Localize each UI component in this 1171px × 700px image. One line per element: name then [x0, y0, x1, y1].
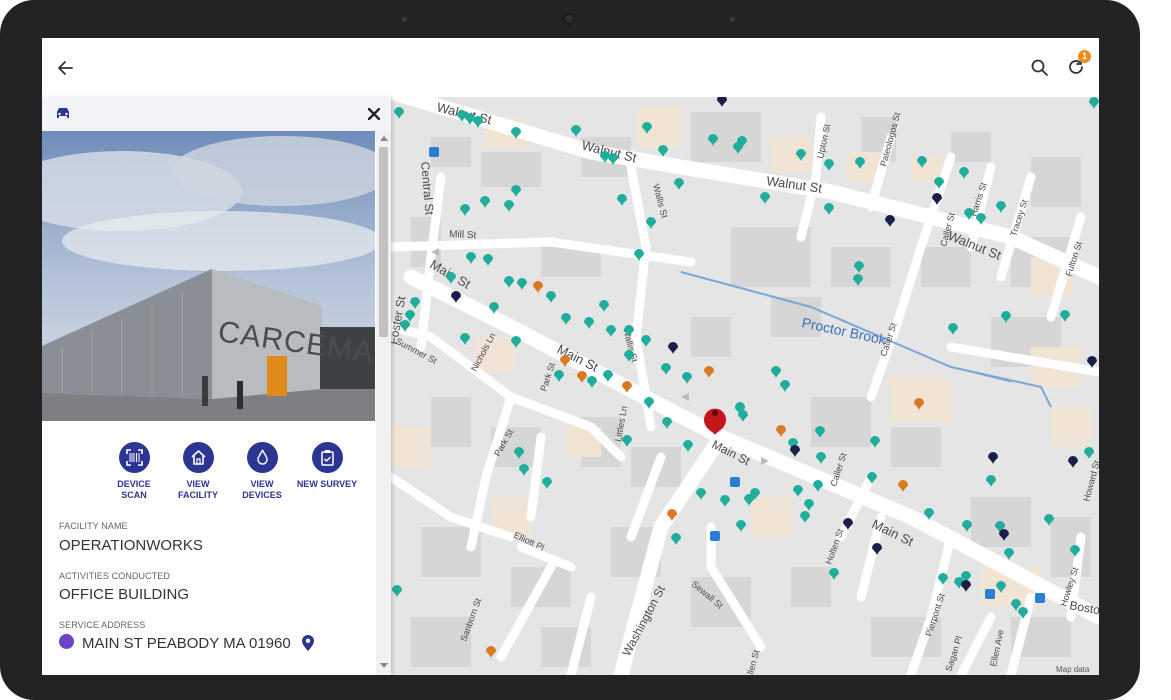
- home-icon: [190, 450, 206, 465]
- facility-photo: CARCEMAL: [42, 131, 375, 421]
- refresh-button[interactable]: 1: [1061, 50, 1091, 83]
- facility-panel: CARCEMAL DEVICE SCAN VIEW FACILITY VIEW …: [42, 97, 391, 675]
- map-attribution: Map data: [1056, 665, 1090, 674]
- clipboard-icon: [320, 450, 334, 466]
- panel-header: [42, 97, 391, 131]
- scroll-up-arrow-icon[interactable]: [380, 136, 388, 141]
- camera-dot-icon: [402, 17, 407, 22]
- address-status-dot: [59, 634, 74, 649]
- new-survey-label: NEW SURVEY: [296, 479, 358, 489]
- address-label: SERVICE ADDRESS: [59, 620, 146, 630]
- panel-scrollbar[interactable]: [376, 131, 391, 675]
- notification-badge: 1: [1078, 50, 1091, 63]
- facility-name-label: FACILITY NAME: [59, 521, 128, 531]
- activities-value: OFFICE BUILDING: [59, 586, 190, 603]
- camera-lens-icon: [565, 15, 573, 23]
- water-drop-icon: [256, 449, 268, 465]
- top-bar: 1: [42, 38, 1099, 97]
- action-buttons: DEVICE SCAN VIEW FACILITY VIEW DEVICES N…: [42, 442, 375, 512]
- street-label-mill: Mill St: [449, 229, 477, 241]
- search-button[interactable]: [1025, 53, 1055, 83]
- close-button[interactable]: [363, 103, 385, 125]
- map-view[interactable]: Walnut St Walnut St Walnut St Walnut St …: [391, 97, 1099, 675]
- back-button[interactable]: [50, 53, 80, 83]
- car-icon: [57, 108, 69, 118]
- close-icon: [368, 108, 380, 120]
- facility-name-value: OPERATIONWORKS: [59, 537, 203, 554]
- scroll-thumb[interactable]: [379, 147, 388, 337]
- app-screen: 1 Walnut St Walnut St Walnut St Walnut S…: [42, 38, 1099, 675]
- new-survey-button[interactable]: NEW SURVEY: [287, 442, 367, 490]
- selected-pin-center-icon: [712, 410, 718, 416]
- address-value: MAIN ST PEABODY MA 01960: [82, 635, 291, 652]
- activities-label: ACTIVITIES CONDUCTED: [59, 571, 171, 581]
- scan-icon: [125, 449, 143, 466]
- sensor-dot-icon: [730, 17, 735, 22]
- scroll-down-arrow-icon[interactable]: [380, 663, 388, 668]
- location-pin-icon[interactable]: [302, 635, 314, 651]
- search-icon: [1031, 59, 1048, 76]
- arrow-left-icon: [58, 61, 73, 75]
